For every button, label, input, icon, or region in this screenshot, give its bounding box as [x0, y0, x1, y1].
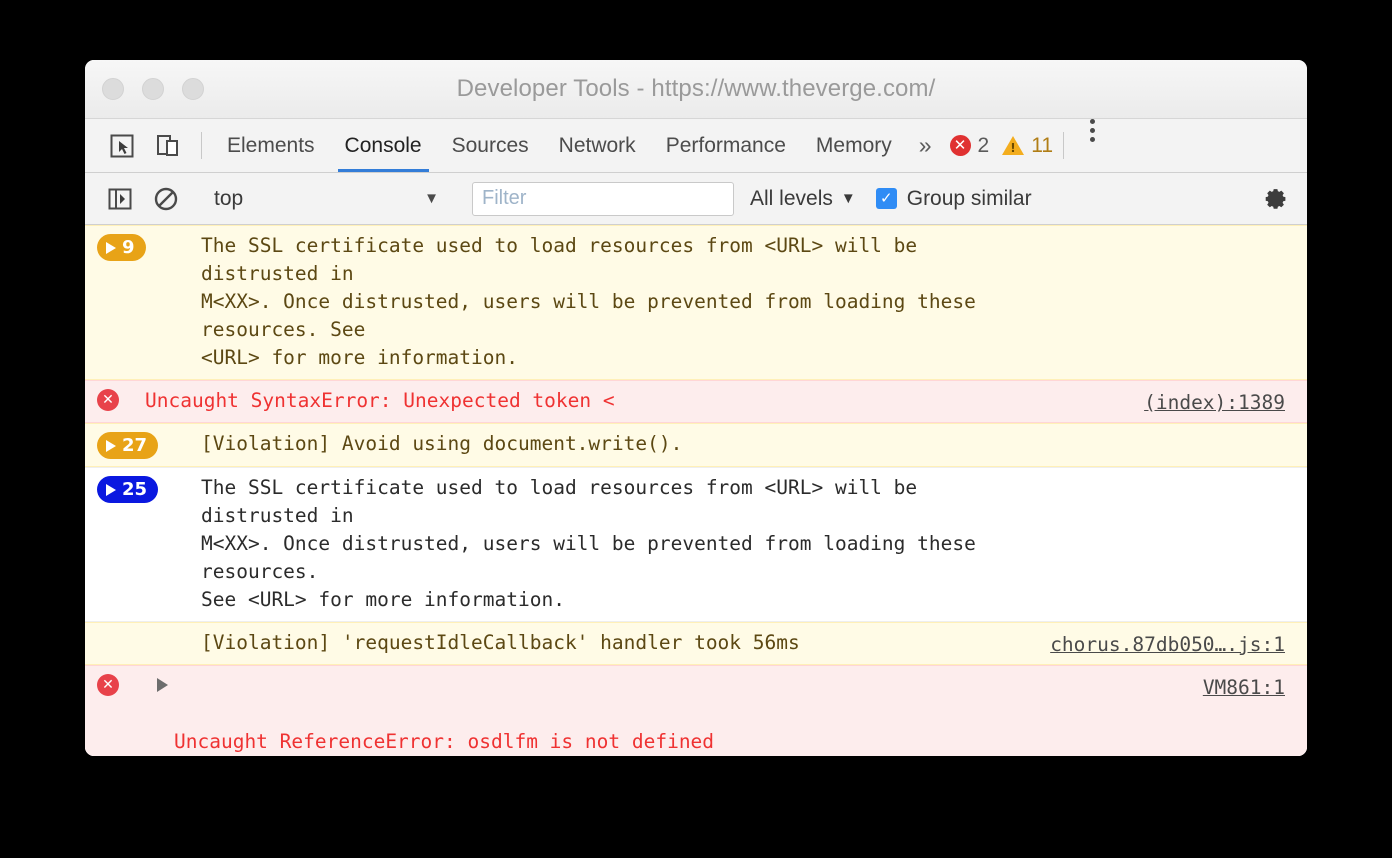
group-count: 25 — [122, 479, 148, 500]
console-message-row[interactable]: 25 The SSL certificate used to load reso… — [85, 467, 1307, 622]
play-triangle-icon — [106, 439, 116, 452]
window-title: Developer Tools - https://www.theverge.c… — [456, 75, 936, 102]
message-gutter: ✕ — [97, 387, 145, 411]
sidebar-panel-icon — [108, 188, 132, 209]
devtools-tab-strip: Elements Console Sources Network Perform… — [85, 119, 1307, 173]
device-toolbar-icon[interactable] — [145, 119, 191, 172]
warning-count: 11 — [1031, 133, 1054, 157]
console-message-row[interactable]: 9 The SSL certificate used to load resou… — [85, 225, 1307, 380]
console-message-row[interactable]: ✕ Uncaught ReferenceError: osdlfm is not… — [85, 665, 1307, 756]
execution-context-label: top — [214, 186, 244, 210]
group-similar-toggle[interactable]: ✓ Group similar — [875, 186, 1032, 211]
message-text: [Violation] Avoid using document.write()… — [201, 432, 683, 455]
group-count: 27 — [122, 435, 148, 456]
play-triangle-icon — [106, 483, 116, 496]
tab-sources-label: Sources — [451, 133, 529, 157]
message-text: The SSL certificate used to load resourc… — [201, 476, 976, 611]
error-circle-icon: ✕ — [949, 135, 971, 156]
group-count-badge[interactable]: 9 — [97, 234, 146, 261]
play-triangle-icon — [106, 241, 116, 254]
message-gutter: 9 — [97, 232, 201, 261]
message-gutter — [97, 629, 201, 631]
log-level-label: All levels — [750, 186, 833, 210]
chevrons-right-icon: » — [918, 132, 932, 158]
tab-memory[interactable]: Memory — [801, 119, 907, 172]
group-count: 9 — [122, 237, 135, 258]
message-text: Uncaught SyntaxError: Unexpected token < — [145, 389, 615, 412]
console-message-row[interactable]: [Violation] 'requestIdleCallback' handle… — [85, 622, 1307, 665]
more-options-icon[interactable] — [1074, 119, 1113, 172]
console-message-row[interactable]: ✕ Uncaught SyntaxError: Unexpected token… — [85, 380, 1307, 423]
device-frames-icon — [157, 134, 178, 156]
console-toolbar: top ▼ All levels ▼ ✓ Group similar — [85, 173, 1307, 225]
expand-stack-trace-icon[interactable] — [157, 678, 168, 692]
filter-input[interactable] — [472, 181, 734, 216]
clear-console-icon[interactable] — [143, 186, 189, 212]
log-level-selector[interactable]: All levels ▼ — [750, 187, 856, 211]
tab-elements-label: Elements — [227, 133, 315, 157]
group-count-badge[interactable]: 25 — [97, 476, 159, 503]
tab-performance-label: Performance — [665, 133, 786, 157]
tab-network-label: Network — [558, 133, 636, 157]
source-link[interactable]: VM861:1 — [1203, 674, 1285, 702]
message-gutter: 25 — [97, 474, 201, 503]
message-gutter: 27 — [97, 430, 201, 459]
minimize-window-button[interactable] — [142, 78, 164, 100]
warning-triangle-icon — [1002, 136, 1025, 155]
error-title: Uncaught ReferenceError: osdlfm is not d… — [174, 730, 715, 753]
tab-console-label: Console — [344, 133, 422, 157]
console-message-row[interactable]: 27 [Violation] Avoid using document.writ… — [85, 423, 1307, 467]
counters-divider — [1063, 132, 1065, 159]
source-link[interactable]: chorus.87db050….js:1 — [1050, 631, 1285, 659]
tab-network[interactable]: Network — [544, 119, 651, 172]
tab-console[interactable]: Console — [330, 119, 437, 172]
window-title-bar: Developer Tools - https://www.theverge.c… — [85, 60, 1307, 119]
issue-counters[interactable]: ✕ 2 11 — [949, 119, 1054, 172]
more-tabs-button[interactable]: » — [907, 119, 944, 172]
message-text: Uncaught ReferenceError: osdlfm is not d… — [174, 672, 995, 756]
traffic-lights — [102, 78, 204, 100]
chevron-down-icon: ▼ — [840, 190, 856, 207]
no-entry-icon — [154, 187, 178, 210]
group-similar-label: Group similar — [906, 186, 1032, 210]
group-similar-checkbox[interactable]: ✓ — [875, 188, 897, 209]
close-window-button[interactable] — [102, 78, 124, 100]
error-count: 2 — [977, 133, 990, 157]
tab-elements[interactable]: Elements — [212, 119, 330, 172]
tab-sources[interactable]: Sources — [437, 119, 544, 172]
toolbar-divider — [201, 132, 202, 159]
console-settings-icon[interactable] — [1261, 185, 1289, 213]
cursor-box-icon — [110, 134, 134, 157]
error-circle-icon: ✕ — [97, 674, 119, 696]
message-gutter: ✕ — [97, 672, 145, 696]
gear-icon — [1265, 188, 1286, 209]
zoom-window-button[interactable] — [182, 78, 204, 100]
message-text: The SSL certificate used to load resourc… — [201, 234, 976, 369]
tab-memory-label: Memory — [815, 133, 892, 157]
screen: Developer Tools - https://www.theverge.c… — [0, 0, 1392, 858]
inspect-element-icon[interactable] — [99, 119, 145, 172]
group-count-badge[interactable]: 27 — [97, 432, 159, 459]
chevron-down-icon: ▼ — [424, 190, 439, 207]
execution-context-selector[interactable]: top ▼ — [214, 187, 439, 211]
devtools-window: Developer Tools - https://www.theverge.c… — [85, 60, 1307, 756]
source-link[interactable]: (index):1389 — [1144, 389, 1285, 417]
message-text: [Violation] 'requestIdleCallback' handle… — [201, 631, 800, 654]
tab-performance[interactable]: Performance — [651, 119, 801, 172]
error-circle-icon: ✕ — [97, 389, 119, 411]
console-sidebar-toggle-icon[interactable] — [97, 187, 143, 211]
console-message-list[interactable]: 9 The SSL certificate used to load resou… — [85, 225, 1307, 756]
